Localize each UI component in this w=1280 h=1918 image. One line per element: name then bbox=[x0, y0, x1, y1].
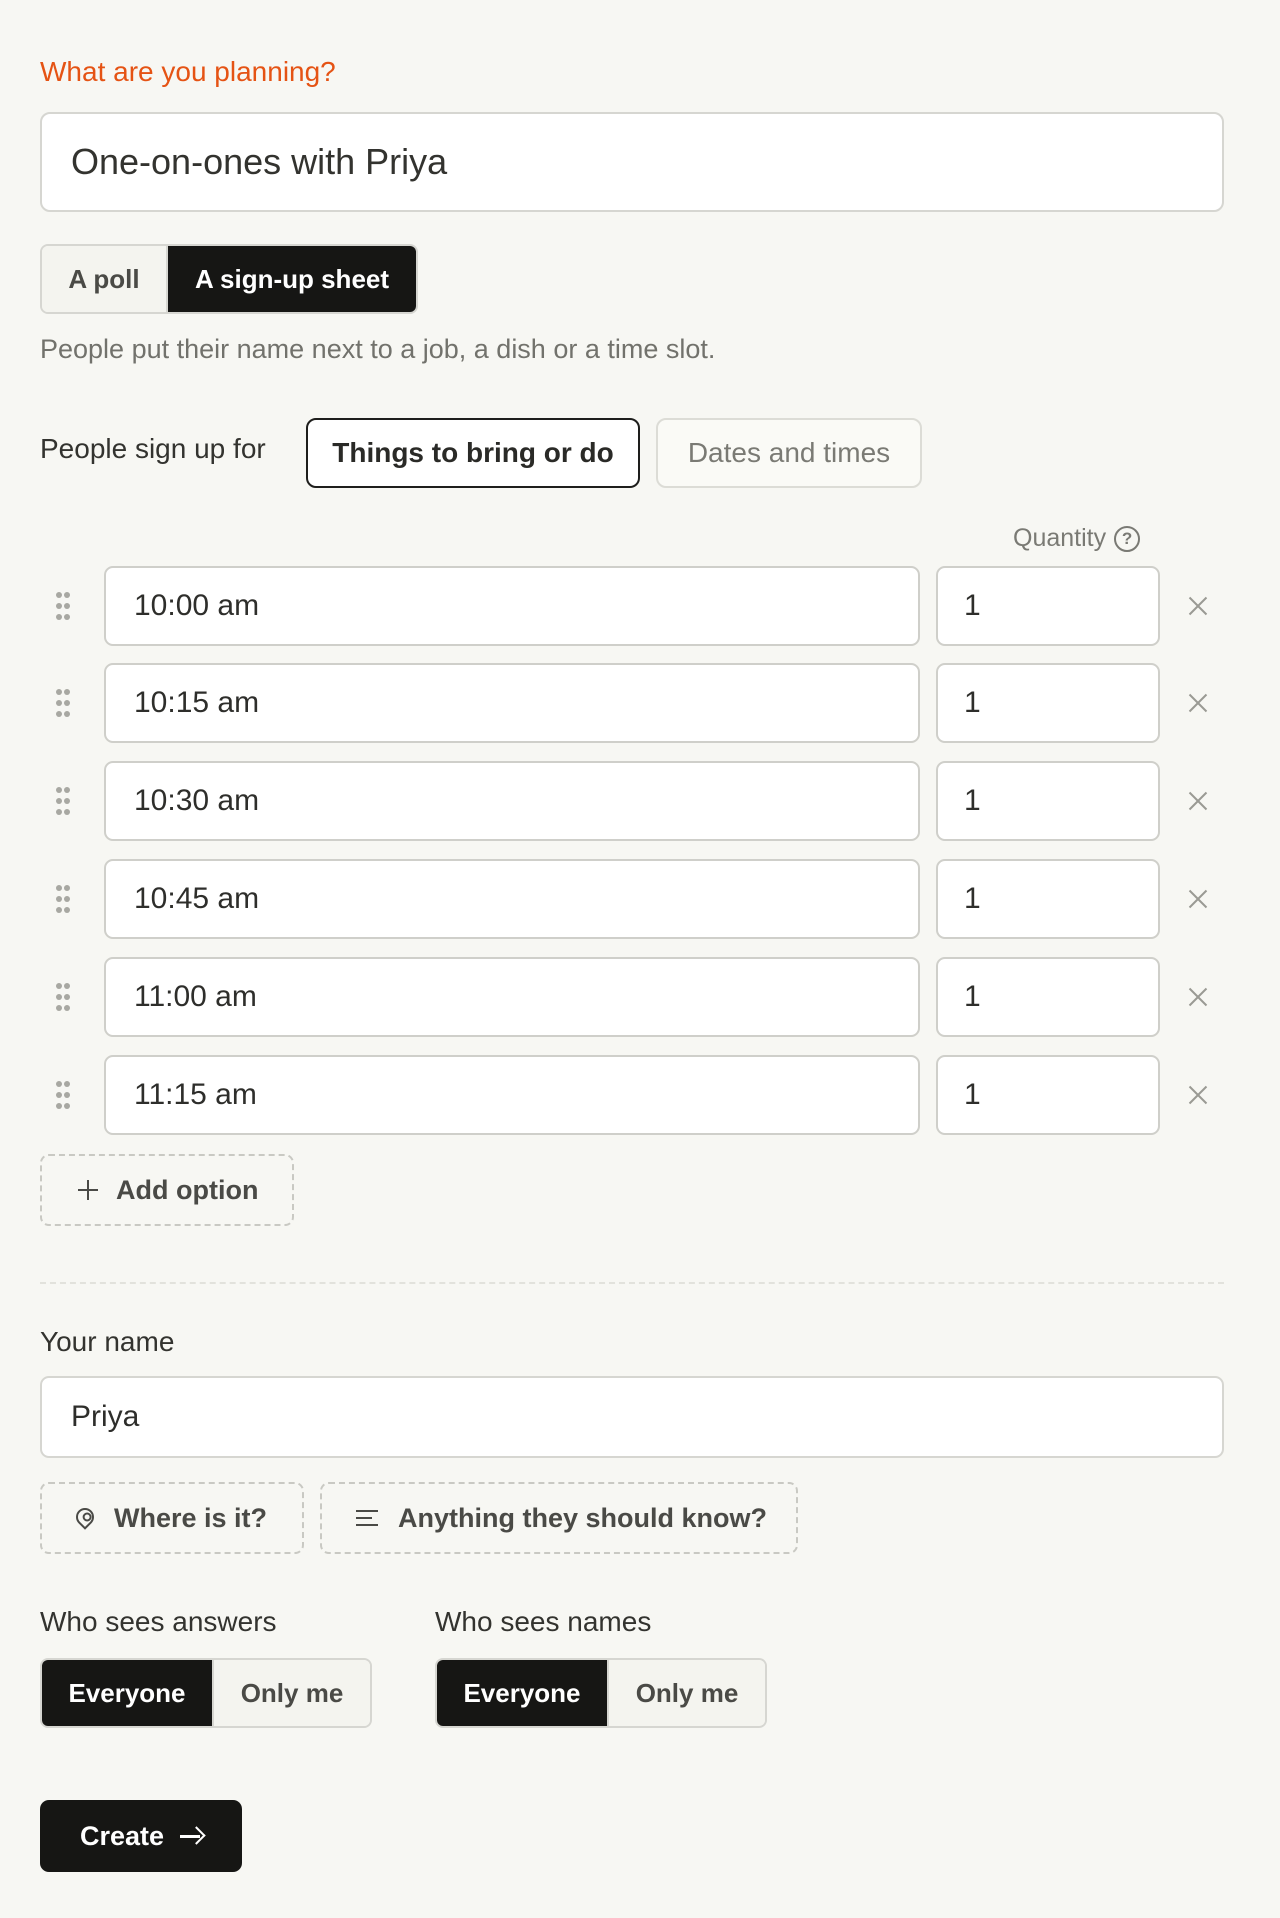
names-visibility-label: Who sees names bbox=[435, 1606, 652, 1637]
option-label-input[interactable]: 10:45 am bbox=[104, 859, 920, 939]
option-row: 11:00 am 1 bbox=[40, 957, 1224, 1037]
signup-type-things-button[interactable]: Things to bring or do bbox=[306, 418, 640, 488]
your-name-input[interactable]: Priya bbox=[40, 1376, 1224, 1458]
option-label-input[interactable]: 10:30 am bbox=[104, 761, 920, 841]
close-icon[interactable] bbox=[1184, 1081, 1212, 1109]
add-location-label: Where is it? bbox=[114, 1502, 268, 1533]
drag-handle-icon[interactable] bbox=[56, 983, 70, 1011]
title-prompt-label: What are you planning? bbox=[40, 56, 336, 87]
section-divider bbox=[40, 1282, 1224, 1284]
answers-visibility-label: Who sees answers bbox=[40, 1606, 277, 1637]
close-icon[interactable] bbox=[1184, 983, 1212, 1011]
option-row: 10:30 am 1 bbox=[40, 761, 1224, 841]
drag-handle-icon[interactable] bbox=[56, 787, 70, 815]
names-only-me-button[interactable]: Only me bbox=[607, 1660, 765, 1726]
create-button[interactable]: Create bbox=[40, 1800, 242, 1872]
add-notes-label: Anything they should know? bbox=[398, 1502, 767, 1533]
signup-type-label: People sign up for bbox=[40, 433, 266, 464]
quantity-header-label: Quantity bbox=[1013, 524, 1107, 552]
option-label-input[interactable]: 10:15 am bbox=[104, 663, 920, 743]
add-notes-button[interactable]: Anything they should know? bbox=[320, 1482, 798, 1554]
close-icon[interactable] bbox=[1184, 592, 1212, 620]
option-label-input[interactable]: 11:00 am bbox=[104, 957, 920, 1037]
option-quantity-input[interactable]: 1 bbox=[936, 663, 1160, 743]
option-quantity-input[interactable]: 1 bbox=[936, 761, 1160, 841]
answers-only-me-button[interactable]: Only me bbox=[212, 1660, 370, 1726]
event-title-input[interactable]: One-on-ones with Priya bbox=[40, 112, 1224, 212]
drag-handle-icon[interactable] bbox=[56, 1081, 70, 1109]
option-label-input[interactable]: 10:00 am bbox=[104, 566, 920, 646]
option-row: 11:15 am 1 bbox=[40, 1055, 1224, 1135]
option-row: 10:00 am 1 bbox=[40, 566, 1224, 646]
option-row: 10:45 am 1 bbox=[40, 859, 1224, 939]
option-quantity-input[interactable]: 1 bbox=[936, 1055, 1160, 1135]
plus-icon bbox=[78, 1180, 98, 1200]
help-circle-icon[interactable]: ? bbox=[1114, 525, 1141, 552]
drag-handle-icon[interactable] bbox=[56, 592, 70, 620]
drag-handle-icon[interactable] bbox=[56, 689, 70, 717]
option-quantity-input[interactable]: 1 bbox=[936, 957, 1160, 1037]
quantity-header: Quantity ? bbox=[1013, 524, 1141, 553]
close-icon[interactable] bbox=[1184, 689, 1212, 717]
add-option-button[interactable]: Add option bbox=[40, 1154, 294, 1226]
drag-handle-icon[interactable] bbox=[56, 885, 70, 913]
your-name-label: Your name bbox=[40, 1326, 175, 1357]
text-lines-icon bbox=[356, 1510, 378, 1526]
add-location-button[interactable]: Where is it? bbox=[40, 1482, 304, 1554]
map-pin-icon bbox=[72, 1504, 98, 1530]
mode-poll-button[interactable]: A poll bbox=[42, 246, 166, 312]
answers-everyone-button[interactable]: Everyone bbox=[42, 1660, 212, 1726]
arrow-right-icon bbox=[180, 1827, 202, 1845]
option-row: 10:15 am 1 bbox=[40, 663, 1224, 743]
names-everyone-button[interactable]: Everyone bbox=[437, 1660, 607, 1726]
option-quantity-input[interactable]: 1 bbox=[936, 566, 1160, 646]
close-icon[interactable] bbox=[1184, 885, 1212, 913]
create-label: Create bbox=[79, 1820, 165, 1851]
add-option-label: Add option bbox=[116, 1174, 259, 1205]
mode-hint: People put their name next to a job, a d… bbox=[40, 334, 716, 364]
answers-visibility-toggle: Everyone Only me bbox=[40, 1658, 372, 1728]
mode-signup-button[interactable]: A sign-up sheet bbox=[166, 246, 416, 312]
mode-toggle: A poll A sign-up sheet bbox=[40, 244, 418, 314]
signup-type-dates-button[interactable]: Dates and times bbox=[656, 418, 922, 488]
option-label-input[interactable]: 11:15 am bbox=[104, 1055, 920, 1135]
option-quantity-input[interactable]: 1 bbox=[936, 859, 1160, 939]
close-icon[interactable] bbox=[1184, 787, 1212, 815]
names-visibility-toggle: Everyone Only me bbox=[435, 1658, 767, 1728]
